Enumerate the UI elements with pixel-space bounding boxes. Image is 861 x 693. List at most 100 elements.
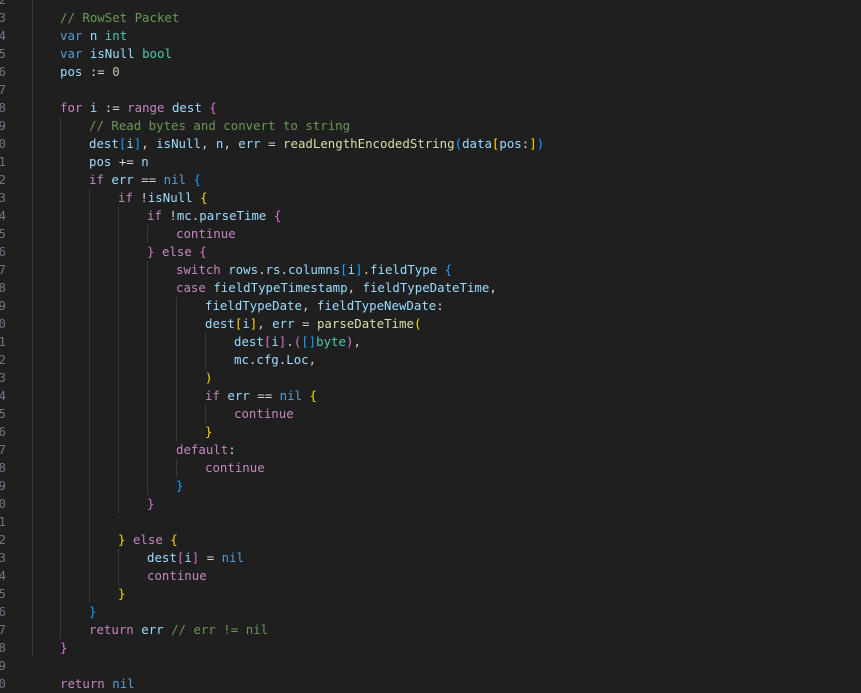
code-token: dest (89, 136, 119, 151)
line-number: 9 (0, 658, 6, 673)
code-line[interactable]: 7 switch rows.rs.columns[i].fieldType { (0, 261, 861, 279)
code-editor[interactable]: 23// RowSet Packet4var n int5var isNull … (0, 0, 861, 692)
code-token: nil (221, 550, 245, 565)
code-token: pos (89, 154, 112, 169)
code-line[interactable]: 0 return nil (0, 675, 861, 693)
code-token: { (209, 100, 217, 115)
code-line[interactable]: 9 fieldTypeDate, fieldTypeNewDate: (0, 297, 861, 315)
code-line[interactable]: 5} (0, 585, 861, 603)
code-token: { (199, 244, 207, 259)
line-code: switch rows.rs.columns[i].fieldType { (176, 261, 452, 279)
code-line[interactable]: 8 continue (0, 459, 861, 477)
code-token: } (60, 640, 68, 655)
code-line[interactable]: 6} else { (0, 243, 861, 261)
code-token: dest (171, 100, 202, 115)
code-line[interactable]: 9} (0, 477, 861, 495)
code-line[interactable]: 7 (0, 81, 861, 99)
line-number: 3 (0, 370, 6, 385)
line-number: 7 (0, 442, 6, 457)
code-line[interactable]: 1 (0, 513, 861, 531)
code-token: { (170, 532, 178, 547)
code-line[interactable]: 7 return err // err != nil (0, 621, 861, 639)
code-token: var (60, 28, 83, 43)
code-line[interactable]: 7 default: (0, 441, 861, 459)
code-token: . (280, 262, 288, 277)
code-token: . (362, 262, 371, 277)
code-token: == (249, 388, 280, 403)
code-token: i (126, 136, 134, 151)
code-line[interactable]: 4 continue (0, 567, 861, 585)
code-token: int (104, 28, 128, 43)
code-line[interactable]: 0} (0, 495, 861, 513)
line-code: // RowSet Packet (60, 9, 179, 27)
code-token: fieldTypeDate (205, 298, 302, 313)
code-token: 0 (112, 64, 120, 79)
code-token: ] (529, 136, 537, 151)
code-token: mc (176, 208, 192, 223)
code-token: if (205, 388, 220, 403)
code-token: // RowSet Packet (60, 10, 180, 25)
code-line[interactable]: 3 dest[i] = nil (0, 549, 861, 567)
code-token: ( (413, 316, 422, 331)
code-token: { (444, 262, 453, 277)
code-line[interactable]: 5 var isNull bool (0, 45, 861, 63)
code-token: i (347, 262, 356, 277)
code-token: . (286, 334, 294, 349)
code-token: := (97, 100, 128, 115)
code-line[interactable]: 0 dest[i], isNull, n, err = readLengthEnc… (0, 135, 861, 153)
code-token: byte (316, 334, 346, 349)
code-line[interactable]: 9 (0, 657, 861, 675)
code-token: // err != nil (171, 622, 269, 637)
code-line[interactable]: 5 continue (0, 405, 861, 423)
code-token: i (271, 334, 279, 349)
line-code: } (147, 495, 154, 513)
code-token: i (184, 550, 192, 565)
code-token: fieldTypeDateTime (362, 280, 490, 295)
line-code: dest[i], isNull, n, err = readLengthEnco… (89, 135, 544, 153)
code-line[interactable]: 2 mc.cfg.Loc, (0, 351, 861, 369)
code-token: = (199, 550, 222, 565)
line-number: 8 (0, 100, 6, 115)
code-token: == (133, 172, 164, 187)
code-token: dest (234, 334, 264, 349)
line-number: 9 (0, 298, 6, 313)
code-line[interactable]: 2 (0, 0, 861, 9)
code-line[interactable]: 2} else { (0, 531, 861, 549)
code-token: dest (205, 316, 235, 331)
line-code: } (176, 477, 183, 495)
line-number: 5 (0, 226, 6, 241)
code-token: isNull (156, 136, 201, 151)
code-line[interactable]: 1 dest[i].([]byte), (0, 333, 861, 351)
code-line[interactable]: 3 // RowSet Packet (0, 9, 861, 27)
code-line[interactable]: 9 // Read bytes and convert to string (0, 117, 861, 135)
code-token: return (60, 676, 105, 691)
code-token: Loc (286, 352, 309, 367)
code-line[interactable]: 6} (0, 603, 861, 621)
code-line[interactable]: 4 if !mc.parseTime { (0, 207, 861, 225)
code-line[interactable]: 8} (0, 639, 861, 657)
code-line[interactable]: 3) (0, 369, 861, 387)
code-line[interactable]: 6} (0, 423, 861, 441)
code-line[interactable]: 4 if err == nil { (0, 387, 861, 405)
code-line[interactable]: 8 case fieldTypeTimestamp, fieldTypeDateT… (0, 279, 861, 297)
code-line[interactable]: 0 dest[i], err = parseDateTime( (0, 315, 861, 333)
line-code: } (89, 603, 96, 621)
code-token: } (205, 424, 213, 439)
code-line[interactable]: 8 for i := range dest { (0, 99, 861, 117)
code-line[interactable]: 1 pos += n (0, 153, 861, 171)
code-line[interactable]: 3 if !isNull { (0, 189, 861, 207)
code-token: columns (287, 262, 341, 277)
code-line[interactable]: 5 continue (0, 225, 861, 243)
code-line[interactable]: 2 if err == nil { (0, 171, 861, 189)
code-token: fieldTypeNewDate (316, 298, 437, 313)
code-token: isNull (89, 46, 135, 61)
code-token: fieldType (370, 262, 438, 277)
code-line[interactable]: 6 pos := 0 (0, 63, 861, 81)
code-token: [ (340, 262, 348, 277)
code-token: ! (132, 190, 148, 205)
code-token: : (436, 298, 444, 313)
code-line[interactable]: 4 var n int (0, 27, 861, 45)
line-code: mc.cfg.Loc, (234, 351, 316, 369)
line-code: dest[i], err = parseDateTime( (205, 315, 421, 333)
